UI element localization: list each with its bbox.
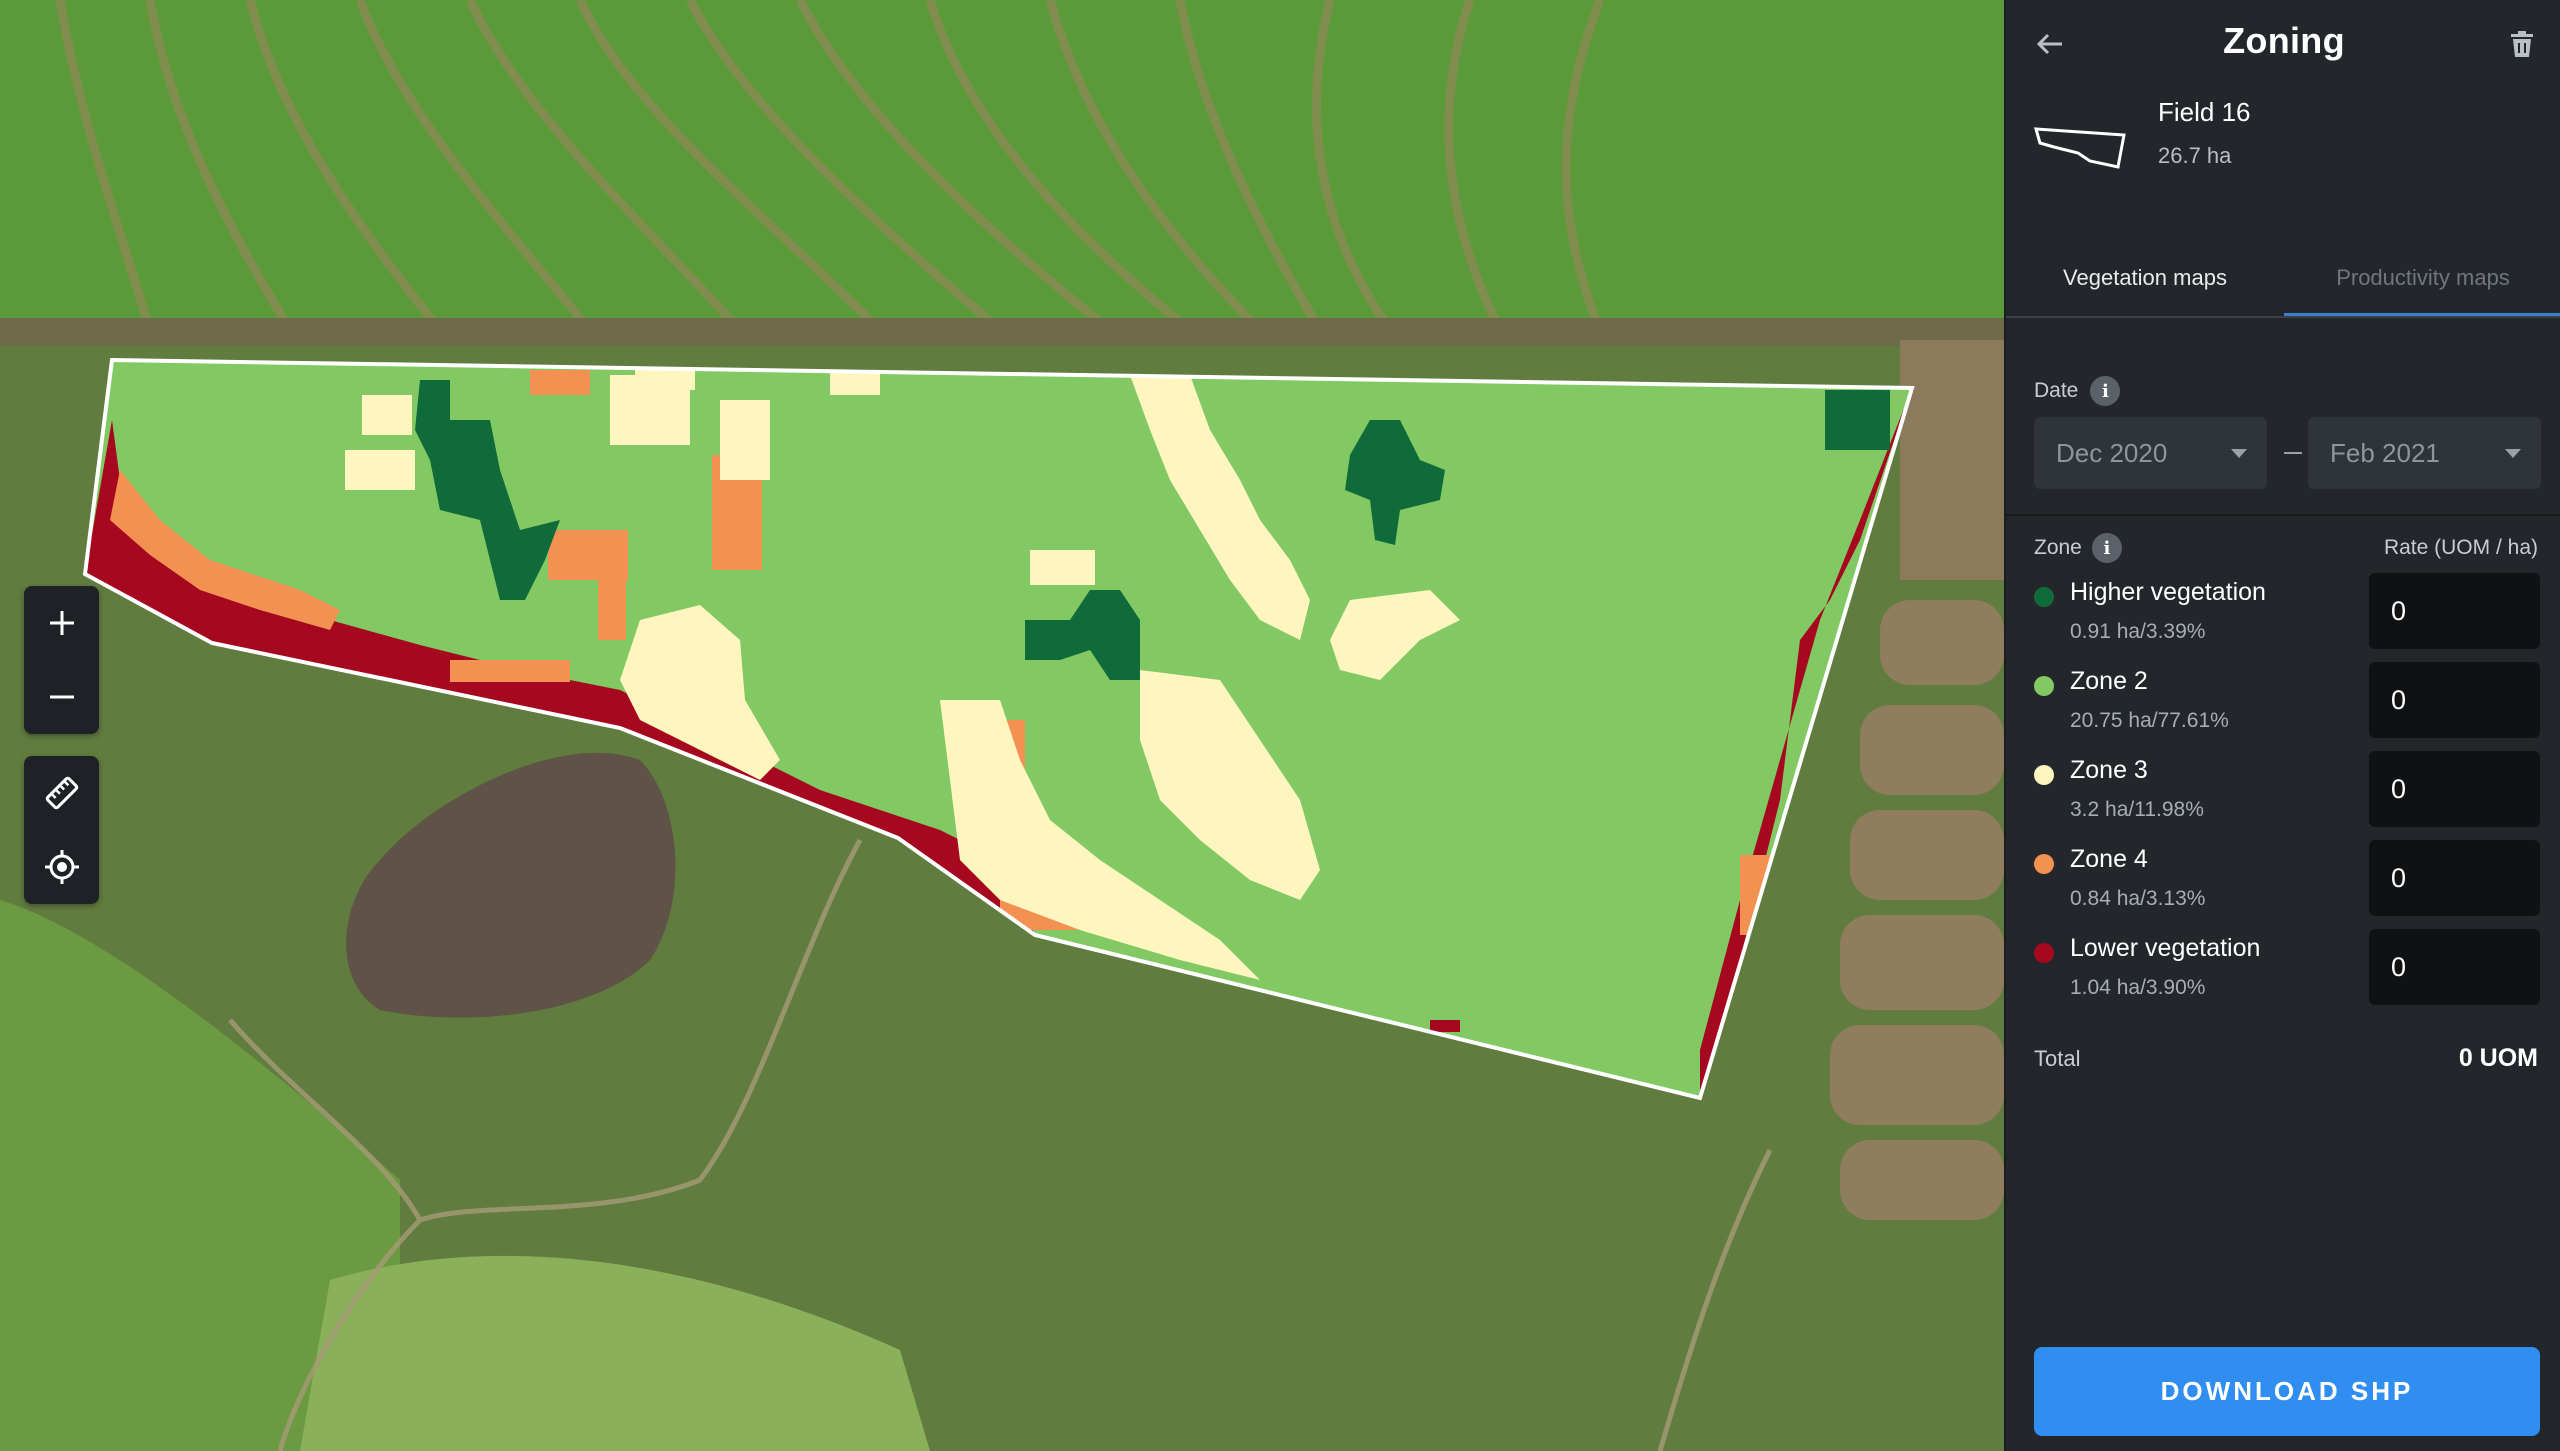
- zone-stats: 0.84 ha/3.13%: [2070, 887, 2206, 910]
- date-to-value: Feb 2021: [2330, 437, 2440, 468]
- zone-stats: 0.91 ha/3.39%: [2070, 620, 2206, 643]
- download-shp-button[interactable]: DOWNLOAD SHP: [2034, 1347, 2540, 1436]
- tab-productivity-maps[interactable]: Productivity maps: [2284, 240, 2560, 316]
- zone-color-dot: [2034, 854, 2054, 874]
- map-type-tabs: Vegetation maps Productivity maps: [2006, 240, 2560, 318]
- zone-row: Zone 3 3.2 ha/11.98% 0: [2006, 751, 2560, 843]
- zone-name: Higher vegetation: [2070, 578, 2266, 606]
- zone-column-label: Zone: [2034, 536, 2082, 559]
- zone-color-dot: [2034, 676, 2054, 696]
- ruler-icon: [45, 776, 78, 810]
- field-area: 26.7 ha: [2158, 143, 2232, 168]
- field-shape-thumbnail: [2034, 127, 2126, 169]
- total-label: Total: [2034, 1046, 2081, 1071]
- rate-input[interactable]: 0: [2369, 573, 2540, 649]
- zone-row: Zone 2 20.75 ha/77.61% 0: [2006, 662, 2560, 754]
- zone-name: Zone 2: [2070, 667, 2148, 695]
- zoom-out-icon: [49, 695, 74, 699]
- zoom-controls: [24, 586, 99, 734]
- rate-input[interactable]: 0: [2369, 929, 2540, 1005]
- locate-button[interactable]: [24, 830, 99, 904]
- date-from-select[interactable]: Dec 2020: [2034, 417, 2267, 489]
- date-label-group: Date i: [2034, 376, 2121, 406]
- info-icon[interactable]: i: [2090, 376, 2121, 406]
- active-tab-indicator: [2284, 313, 2560, 316]
- trash-icon: [2511, 31, 2533, 57]
- panel-title: Zoning: [2223, 20, 2345, 61]
- locate-icon: [44, 850, 79, 884]
- zone-color-dot: [2034, 765, 2054, 785]
- zone-color-dot: [2034, 587, 2054, 607]
- zoning-panel: Zoning Field 16 26.7 ha Vegetation maps …: [2004, 0, 2560, 1451]
- zone-row: Higher vegetation 0.91 ha/3.39% 0: [2006, 573, 2560, 665]
- chevron-down-icon: [2505, 449, 2521, 458]
- zone-header: Zone i: [2034, 533, 2122, 563]
- field-summary: Field 16 26.7 ha: [2034, 95, 2554, 185]
- date-label: Date: [2034, 379, 2079, 402]
- zone-name: Zone 3: [2070, 756, 2148, 784]
- zone-stats: 3.2 ha/11.98%: [2070, 798, 2204, 821]
- satellite-imagery: [0, 0, 2004, 1451]
- zone-row: Lower vegetation 1.04 ha/3.90% 0: [2006, 929, 2560, 1021]
- chevron-down-icon: [2231, 449, 2247, 458]
- rate-input[interactable]: 0: [2369, 751, 2540, 827]
- zone-name: Lower vegetation: [2070, 934, 2261, 962]
- zoom-out-button[interactable]: [24, 660, 99, 734]
- zoom-in-button[interactable]: [24, 586, 99, 660]
- zone-color-dot: [2034, 943, 2054, 963]
- map-view[interactable]: [0, 0, 2004, 1451]
- zone-row: Zone 4 0.84 ha/3.13% 0: [2006, 840, 2560, 932]
- tool-controls: [24, 756, 99, 904]
- zone-name: Zone 4: [2070, 845, 2148, 873]
- tab-vegetation-maps[interactable]: Vegetation maps: [2006, 240, 2284, 316]
- rate-column-label: Rate (UOM / ha): [2383, 536, 2538, 559]
- divider: [2006, 514, 2560, 516]
- rate-input[interactable]: 0: [2369, 662, 2540, 738]
- field-name: Field 16: [2158, 97, 2251, 127]
- delete-button[interactable]: [2500, 22, 2544, 66]
- date-range-dash: [2284, 452, 2302, 454]
- rate-input[interactable]: 0: [2369, 840, 2540, 916]
- panel-header: Zoning: [2006, 0, 2560, 84]
- date-from-value: Dec 2020: [2056, 437, 2168, 468]
- zoom-in-icon: [49, 611, 74, 635]
- date-to-select[interactable]: Feb 2021: [2308, 417, 2541, 489]
- zone-stats: 20.75 ha/77.61%: [2070, 709, 2229, 732]
- info-icon[interactable]: i: [2091, 533, 2122, 563]
- total-value: 0 UOM: [2458, 1044, 2538, 1072]
- zone-stats: 1.04 ha/3.90%: [2070, 976, 2206, 999]
- measure-button[interactable]: [24, 756, 99, 830]
